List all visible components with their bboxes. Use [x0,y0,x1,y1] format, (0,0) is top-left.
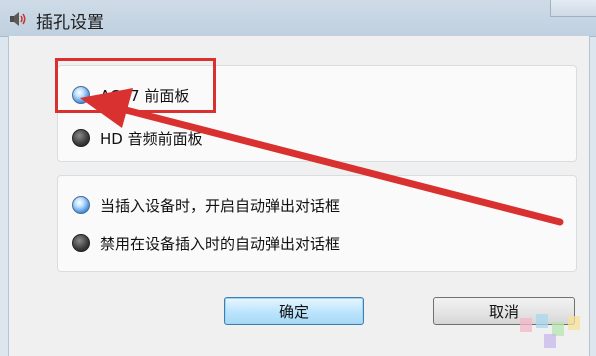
radio-label: HD 音频前面板 [100,129,203,148]
window-title: 插孔设置 [36,13,104,33]
title-bar: 插孔设置 [0,0,596,37]
ok-button[interactable]: 确定 [224,297,364,325]
radio-label: 禁用在设备插入时的自动弹出对话框 [100,234,341,253]
popup-group [57,175,577,272]
radio-enable-auto-popup[interactable]: 当插入设备时，开启自动弹出对话框 [72,192,340,218]
cancel-button[interactable]: 取消 [433,297,575,325]
radio-button-unselected[interactable] [72,129,90,147]
radio-hd-audio-front-panel[interactable]: HD 音频前面板 [72,125,203,151]
radio-button-unselected[interactable] [72,234,90,252]
speaker-icon [10,12,26,26]
close-window-button[interactable] [550,0,596,17]
radio-label: 当插入设备时，开启自动弹出对话框 [100,196,341,215]
radio-disable-auto-popup[interactable]: 禁用在设备插入时的自动弹出对话框 [72,230,340,256]
highlight-box [55,58,216,113]
radio-button-selected[interactable] [72,196,90,214]
